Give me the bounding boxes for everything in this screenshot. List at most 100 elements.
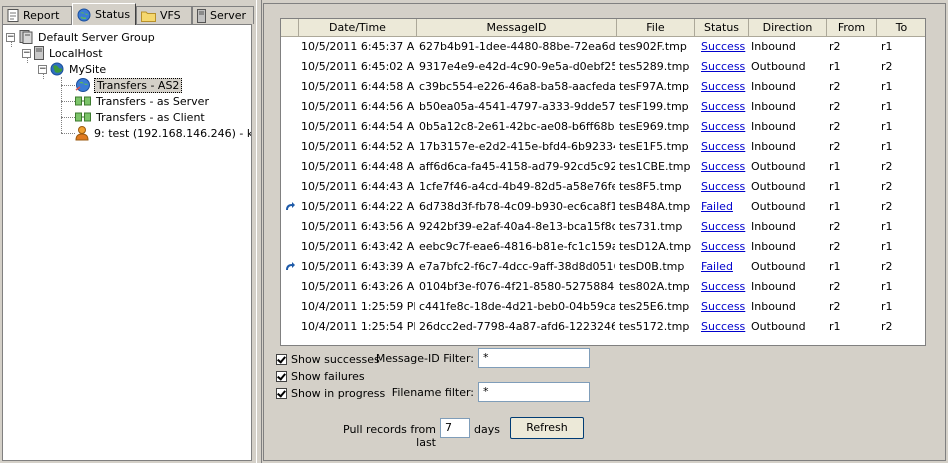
cell-status[interactable]: Success [701,137,751,157]
cell-from: r1 [829,60,841,73]
tab-vfs-label: VFS [160,9,181,22]
cell-file: tesE969.tmp [619,120,690,133]
cell-messageid: c39bc554-e226-46a8-ba58-aacfedacd11 [419,80,615,93]
cell-status[interactable]: Success [701,177,751,197]
tree-connector [61,133,75,134]
tab-report-label: Report [23,9,60,22]
cell-status[interactable]: Success [701,57,751,77]
cell-to: r1 [881,240,893,253]
server-group-icon [19,30,33,44]
cell-from: r2 [829,40,841,53]
folder-icon [141,11,156,22]
cell-status[interactable]: Success [701,37,751,57]
tab-server[interactable]: Server [192,6,254,24]
column-header-messageid[interactable]: MessageID [417,19,617,37]
cell-file: tesE1F5.tmp [619,140,689,153]
cell-from: r2 [829,280,841,293]
collapse-icon[interactable]: − [6,32,15,42]
column-header-status[interactable]: Status [695,19,749,37]
tab-vfs[interactable]: VFS [136,6,192,24]
message-id-filter-input[interactable]: * [478,348,590,368]
cell-file: tesF97A.tmp [619,80,689,93]
cell-direction: Inbound [751,120,796,133]
cell-direction: Outbound [751,320,806,333]
show-successes-checkbox[interactable]: Show successes [276,351,380,367]
cell-status[interactable]: Success [701,97,751,117]
cell-status[interactable]: Success [701,237,751,257]
cell-datetime: 10/5/2011 6:43:26 AM [301,280,415,293]
days-input[interactable]: 7 [440,418,470,438]
cell-direction: Inbound [751,80,796,93]
column-header-from[interactable]: From [827,19,877,37]
cell-status[interactable]: Failed [701,197,751,217]
cell-from: r2 [829,220,841,233]
cell-messageid: 627b4b91-1dee-4480-88be-72ea6d321b [419,40,615,53]
cell-direction: Inbound [751,220,796,233]
cell-direction: Outbound [751,160,806,173]
cell-status[interactable]: Success [701,277,751,297]
left-pane: Report Status VFS Server − Default Serve… [0,0,256,463]
filename-filter-input[interactable]: * [478,382,590,402]
tree-label: Transfers - AS2 [94,77,183,93]
retry-icon[interactable] [284,201,296,213]
checkbox-label: Show failures [291,369,365,383]
cell-status[interactable]: Success [701,317,751,337]
cell-messageid: 0b5a12c8-2e61-42bc-ae08-b6ff68b029c [419,120,615,133]
tree-node-transfers-server[interactable]: Transfers - as Server [75,93,211,109]
cell-status[interactable]: Failed [701,257,751,277]
cell-status[interactable]: Success [701,217,751,237]
message-id-filter-label: Message-ID Filter: [375,352,474,365]
show-failures-checkbox[interactable]: Show failures [276,368,365,384]
cell-messageid: 0104bf3e-f076-4f21-8580-527588403b4 [419,280,615,293]
tree-label: Transfers - as Client [96,110,205,124]
cell-status[interactable]: Success [701,157,751,177]
tree-node-mysite[interactable]: − MySite [38,61,108,77]
tree-label: Default Server Group [38,30,155,44]
tab-report[interactable]: Report [2,6,72,24]
pane-splitter[interactable] [256,0,262,463]
cell-file: tesD0B.tmp [619,260,685,273]
checkbox-checked[interactable] [276,370,287,382]
cell-messageid: 9317e4e9-e42d-4c90-9e5a-d0ebf2584fe [419,60,615,73]
cell-messageid: e7a7bfc2-f6c7-4dcc-9aff-38d8d0516178 [419,260,615,273]
cell-direction: Outbound [751,260,806,273]
column-header-datetime[interactable]: Date/Time [299,19,417,37]
cell-status[interactable]: Success [701,77,751,97]
collapse-icon[interactable]: − [38,64,47,74]
cell-from: r2 [829,100,841,113]
checkbox-checked[interactable] [276,387,287,399]
tree-node-session[interactable]: 9: test (192.168.146.246) - k [75,125,251,141]
refresh-button[interactable]: Refresh [510,417,584,439]
server-tree: − Default Server Group − LocalHost − MyS… [2,24,252,461]
retry-icon[interactable] [284,261,296,273]
cell-status[interactable]: Success [701,297,751,317]
tree-node-transfers-client[interactable]: Transfers - as Client [75,109,207,125]
tree-node-localhost[interactable]: − LocalHost [22,45,105,61]
tree-node-server-group[interactable]: − Default Server Group [6,29,157,45]
collapse-icon[interactable]: − [22,48,31,58]
column-header-to[interactable]: To [877,19,925,37]
tab-status[interactable]: Status [72,3,136,25]
report-icon [7,9,19,22]
show-in-progress-checkbox[interactable]: Show in progress [276,385,385,401]
checkbox-checked[interactable] [276,353,287,365]
cell-datetime: 10/5/2011 6:43:39 AM [301,260,415,273]
globe-icon [77,8,91,21]
column-header-direction[interactable]: Direction [749,19,827,37]
transfer-pair-icon [75,96,91,106]
cell-datetime: 10/4/2011 1:25:59 PM [301,300,415,313]
cell-direction: Inbound [751,280,796,293]
cell-messageid: aff6d6ca-fa45-4158-ad79-92cd5c9288b [419,160,615,173]
cell-direction: Inbound [751,140,796,153]
cell-file: tes25E6.tmp [619,300,690,313]
cell-messageid: eebc9c7f-eae6-4816-b81e-fc1c159abef6 [419,240,615,253]
cell-from: r1 [829,200,841,213]
cell-to: r1 [881,100,893,113]
cell-status[interactable]: Success [701,117,751,137]
cell-from: r2 [829,140,841,153]
column-header-icon[interactable] [281,19,299,37]
tree-node-transfers-as2[interactable]: Transfers - AS2 [75,77,183,93]
cell-messageid: 6d738d3f-fb78-4c09-b930-ec6ca8f1de1 [419,200,615,213]
column-header-file[interactable]: File [617,19,695,37]
cell-messageid: 17b3157e-e2d2-415e-bfd4-6b92334920 [419,140,615,153]
